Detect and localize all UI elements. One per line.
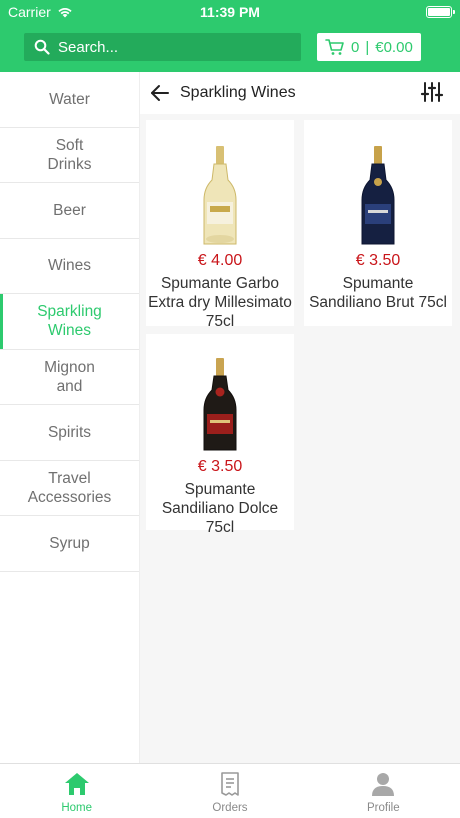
tab-label: Profile — [367, 802, 400, 814]
category-label: Wines — [47, 257, 92, 275]
category-label: Spirits — [47, 423, 92, 441]
category-beer[interactable]: Beer — [0, 183, 139, 239]
category-toolbar: Sparkling Wines — [140, 72, 460, 114]
product-name: Spumante Garbo Extra dry Millesimato 75c… — [148, 275, 292, 330]
category-label: Mignon and — [44, 358, 95, 395]
bottle-image — [203, 358, 237, 451]
battery-icon — [426, 6, 455, 18]
category-travel-accessories[interactable]: Travel Accessories — [0, 461, 139, 516]
category-label: Beer — [53, 201, 86, 219]
category-label: Water — [49, 90, 90, 108]
cart-total: €0.00 — [375, 38, 413, 56]
page-title: Sparkling Wines — [180, 84, 296, 101]
product-card[interactable]: € 4.00 Spumante Garbo Extra dry Millesim… — [146, 120, 294, 330]
category-sidebar: Water Soft Drinks Beer Wines Sparkling W… — [0, 72, 140, 763]
category-spirits[interactable]: Spirits — [0, 405, 139, 461]
cart-icon — [325, 39, 344, 55]
search-input[interactable] — [58, 38, 278, 56]
status-time: 11:39 PM — [200, 4, 260, 20]
category-label: Soft Drinks — [47, 136, 92, 173]
category-syrup[interactable]: Syrup — [0, 516, 139, 572]
tab-orders[interactable]: Orders — [153, 764, 306, 818]
category-label: Syrup — [49, 534, 90, 552]
product-card[interactable]: € 3.50 Spumante Sandiliano Dolce 75cl — [146, 334, 294, 536]
status-bar: Carrier 11:39 PM — [0, 0, 460, 24]
person-icon — [372, 773, 395, 796]
bottle-image — [361, 146, 395, 245]
search-bar[interactable] — [24, 33, 301, 61]
category-soft-drinks[interactable]: Soft Drinks — [0, 128, 139, 183]
product-area: Sparkling Wines € 4.00 Spumante Garbo Ex… — [140, 72, 460, 763]
receipt-icon — [221, 772, 239, 796]
category-mignon[interactable]: Mignon and — [0, 350, 139, 405]
category-label: Sparkling Wines — [37, 303, 102, 340]
home-icon — [64, 773, 89, 795]
category-water[interactable]: Water — [0, 72, 139, 128]
cart-count: 0 — [351, 38, 360, 56]
product-card[interactable]: € 3.50 Spumante Sandiliano Brut 75cl — [304, 120, 452, 326]
tab-label: Orders — [212, 802, 248, 814]
product-price: € 3.50 — [197, 458, 243, 475]
tab-profile[interactable]: Profile — [307, 764, 460, 818]
product-price: € 3.50 — [355, 252, 401, 269]
category-sparkling-wines[interactable]: Sparkling Wines — [0, 294, 139, 350]
back-arrow-icon[interactable] — [148, 81, 172, 105]
cart-separator: | — [365, 38, 370, 56]
product-name: Spumante Sandiliano Dolce 75cl — [161, 481, 279, 536]
app-header: Carrier 11:39 PM 0 | €0.00 — [0, 0, 460, 72]
category-label: Travel Accessories — [27, 469, 112, 506]
tab-label: Home — [61, 802, 92, 814]
product-price: € 4.00 — [197, 252, 243, 269]
product-name: Spumante Sandiliano Brut 75cl — [309, 275, 447, 311]
cart-button[interactable]: 0 | €0.00 — [317, 33, 421, 61]
bottle-image — [203, 146, 237, 245]
category-wines[interactable]: Wines — [0, 239, 139, 294]
bottom-tab-bar: Home Orders Profile — [0, 763, 460, 818]
tab-home[interactable]: Home — [0, 764, 153, 818]
filter-sliders-icon[interactable] — [420, 80, 444, 104]
search-icon — [34, 39, 50, 55]
